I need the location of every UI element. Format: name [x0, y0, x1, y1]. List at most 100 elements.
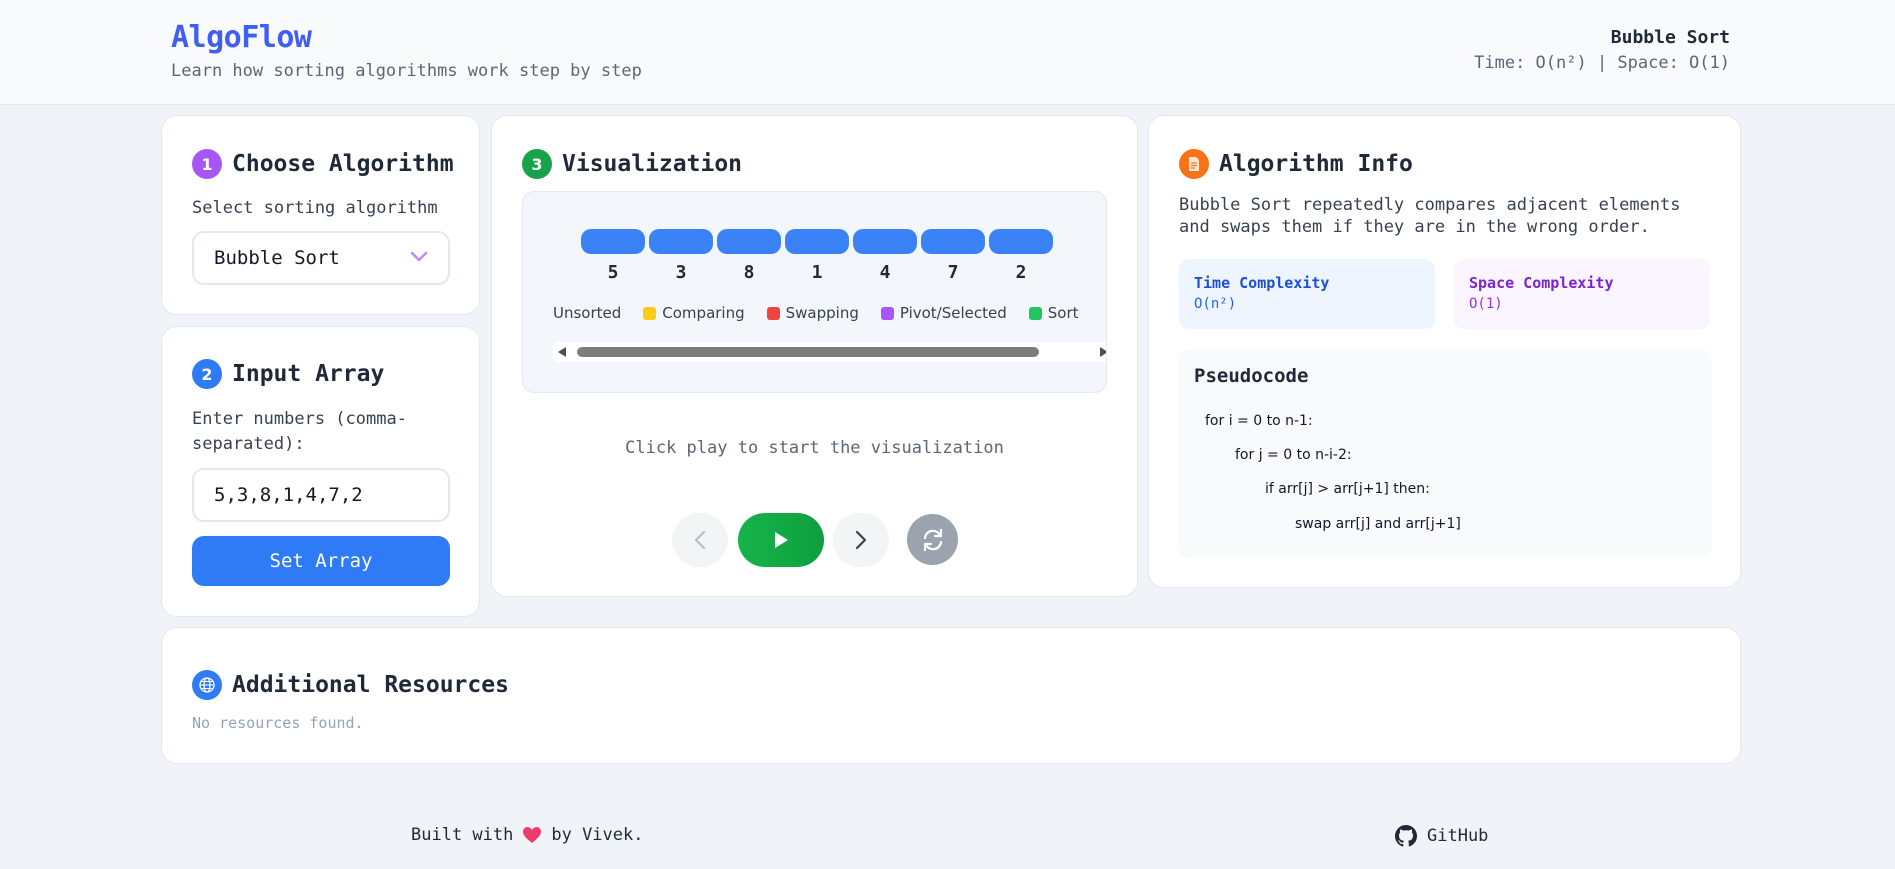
algorithm-info-title: Algorithm Info — [1179, 149, 1413, 179]
choose-algorithm-card: 1 Choose Algorithm Select sorting algori… — [161, 115, 480, 315]
visualization-area: 5 3 8 1 4 7 2 Unsorted Comparing Swappin… — [522, 191, 1107, 393]
app-header: AlgoFlow Learn how sorting algorithms wo… — [0, 0, 1895, 105]
no-resources-message: No resources found. — [192, 714, 364, 732]
time-complexity-label: Time Complexity — [1194, 274, 1330, 292]
bar-shape — [989, 229, 1053, 254]
chevron-left-icon — [694, 530, 706, 550]
bar-shape — [649, 229, 713, 254]
array-input-label: Enter numbers (comma-separated): — [192, 409, 407, 454]
legend-label: Comparing — [662, 304, 745, 322]
footer-credit: Built with by Vivek. — [411, 825, 643, 845]
pseudocode-panel: Pseudocode for i = 0 to n-1: for j = 0 t… — [1179, 349, 1712, 559]
color-legend: Unsorted Comparing Swapping Pivot/Select… — [553, 304, 1101, 322]
sorted-swatch — [1028, 306, 1042, 320]
legend-sorted: Sort — [1028, 304, 1079, 322]
time-complexity-box: Time Complexity O(n²) — [1179, 259, 1435, 329]
set-array-button[interactable]: Set Array — [192, 536, 450, 586]
array-input[interactable] — [192, 468, 450, 522]
visualization-hint: Click play to start the visualization — [625, 438, 1004, 458]
pivot-swatch — [880, 306, 894, 320]
prev-step-button[interactable] — [672, 513, 728, 567]
algorithm-select[interactable]: Bubble Sort — [192, 231, 450, 285]
algorithm-select-label: Select sorting algorithm — [192, 198, 438, 218]
array-bars: 5 3 8 1 4 7 2 — [581, 229, 1057, 283]
algorithm-info-heading: Algorithm Info — [1219, 151, 1413, 177]
swapping-swatch — [766, 306, 780, 320]
visualization-card: 3 Visualization 5 3 8 1 4 7 2 Unsorted C… — [491, 115, 1138, 597]
bar-value: 1 — [811, 262, 823, 283]
visualization-heading: Visualization — [562, 151, 743, 177]
app-tagline: Learn how sorting algorithms work step b… — [171, 61, 642, 81]
step-3-badge: 3 — [522, 149, 552, 179]
globe-icon — [192, 670, 222, 700]
footer-built-with: Built with — [411, 825, 514, 845]
bar-value: 8 — [743, 262, 755, 283]
scroll-right-icon[interactable] — [1100, 347, 1106, 357]
array-bar: 4 — [853, 229, 917, 283]
bar-shape — [581, 229, 645, 254]
reset-button[interactable] — [907, 514, 958, 565]
algorithm-description: Bubble Sort repeatedly compares adjacent… — [1179, 195, 1681, 237]
next-step-button[interactable] — [833, 513, 889, 567]
time-complexity-value: O(n²) — [1194, 296, 1237, 312]
space-complexity-label: Space Complexity — [1469, 274, 1614, 292]
bar-value: 2 — [1015, 262, 1027, 283]
input-array-card: 2 Input Array Enter numbers (comma-separ… — [161, 326, 480, 617]
algorithm-info-card: Algorithm Info Bubble Sort repeatedly co… — [1148, 115, 1741, 588]
legend-unsorted: Unsorted — [553, 304, 621, 322]
bar-shape — [853, 229, 917, 254]
legend-scrollbar[interactable] — [553, 342, 1106, 362]
legend-label: Unsorted — [553, 304, 622, 322]
array-bar: 3 — [649, 229, 713, 283]
play-icon — [775, 532, 788, 548]
bar-value: 5 — [607, 262, 619, 283]
pseudocode-line: if arr[j] > arr[j+1] then: — [1265, 481, 1430, 497]
array-bar: 1 — [785, 229, 849, 283]
reset-icon — [923, 528, 942, 551]
scrollbar-thumb[interactable] — [577, 347, 1039, 357]
choose-algorithm-title: 1 Choose Algorithm — [192, 149, 454, 179]
bar-shape — [785, 229, 849, 254]
heart-icon — [523, 827, 542, 843]
footer-author: by Vivek. — [551, 825, 644, 845]
github-link[interactable]: GitHub — [1395, 825, 1488, 847]
pseudocode-line: for j = 0 to n-i-2: — [1235, 447, 1352, 463]
bar-shape — [921, 229, 985, 254]
chevron-down-icon — [410, 251, 428, 262]
github-label: GitHub — [1427, 826, 1489, 846]
header-complexity: Time: O(n²) | Space: O(1) — [1474, 53, 1730, 73]
header-algorithm-summary: Bubble Sort Time: O(n²) | Space: O(1) — [1474, 27, 1730, 73]
choose-algorithm-heading: Choose Algorithm — [232, 151, 454, 177]
step-2-badge: 2 — [192, 359, 222, 389]
document-icon — [1179, 149, 1209, 179]
algorithm-select-value: Bubble Sort — [214, 247, 340, 269]
legend-swapping: Swapping — [766, 304, 859, 322]
scroll-left-icon[interactable] — [558, 347, 566, 357]
visualization-title: 3 Visualization — [522, 149, 742, 179]
app-logo[interactable]: AlgoFlow — [171, 20, 312, 55]
resources-card: Additional Resources No resources found. — [161, 627, 1741, 764]
step-1-badge: 1 — [192, 149, 222, 179]
legend-pivot: Pivot/Selected — [880, 304, 1007, 322]
array-bar: 8 — [717, 229, 781, 283]
resources-title: Additional Resources — [192, 670, 509, 700]
comparing-swatch — [643, 306, 657, 320]
chevron-right-icon — [855, 530, 867, 550]
header-algorithm-name: Bubble Sort — [1610, 27, 1730, 48]
bar-value: 3 — [675, 262, 687, 283]
bar-shape — [717, 229, 781, 254]
legend-label: Sort — [1047, 304, 1079, 322]
pseudocode-line: swap arr[j] and arr[j+1] — [1295, 516, 1461, 532]
legend-label: Swapping — [785, 304, 859, 322]
bar-value: 4 — [879, 262, 891, 283]
legend-label: Pivot/Selected — [899, 304, 1007, 322]
pseudocode-title: Pseudocode — [1194, 365, 1309, 387]
play-button[interactable] — [738, 513, 824, 567]
array-bar: 5 — [581, 229, 645, 283]
resources-heading: Additional Resources — [232, 672, 509, 698]
space-complexity-value: O(1) — [1469, 296, 1503, 312]
input-array-heading: Input Array — [232, 361, 385, 387]
bar-value: 7 — [947, 262, 959, 283]
array-bar: 2 — [989, 229, 1053, 283]
github-icon — [1395, 825, 1417, 847]
